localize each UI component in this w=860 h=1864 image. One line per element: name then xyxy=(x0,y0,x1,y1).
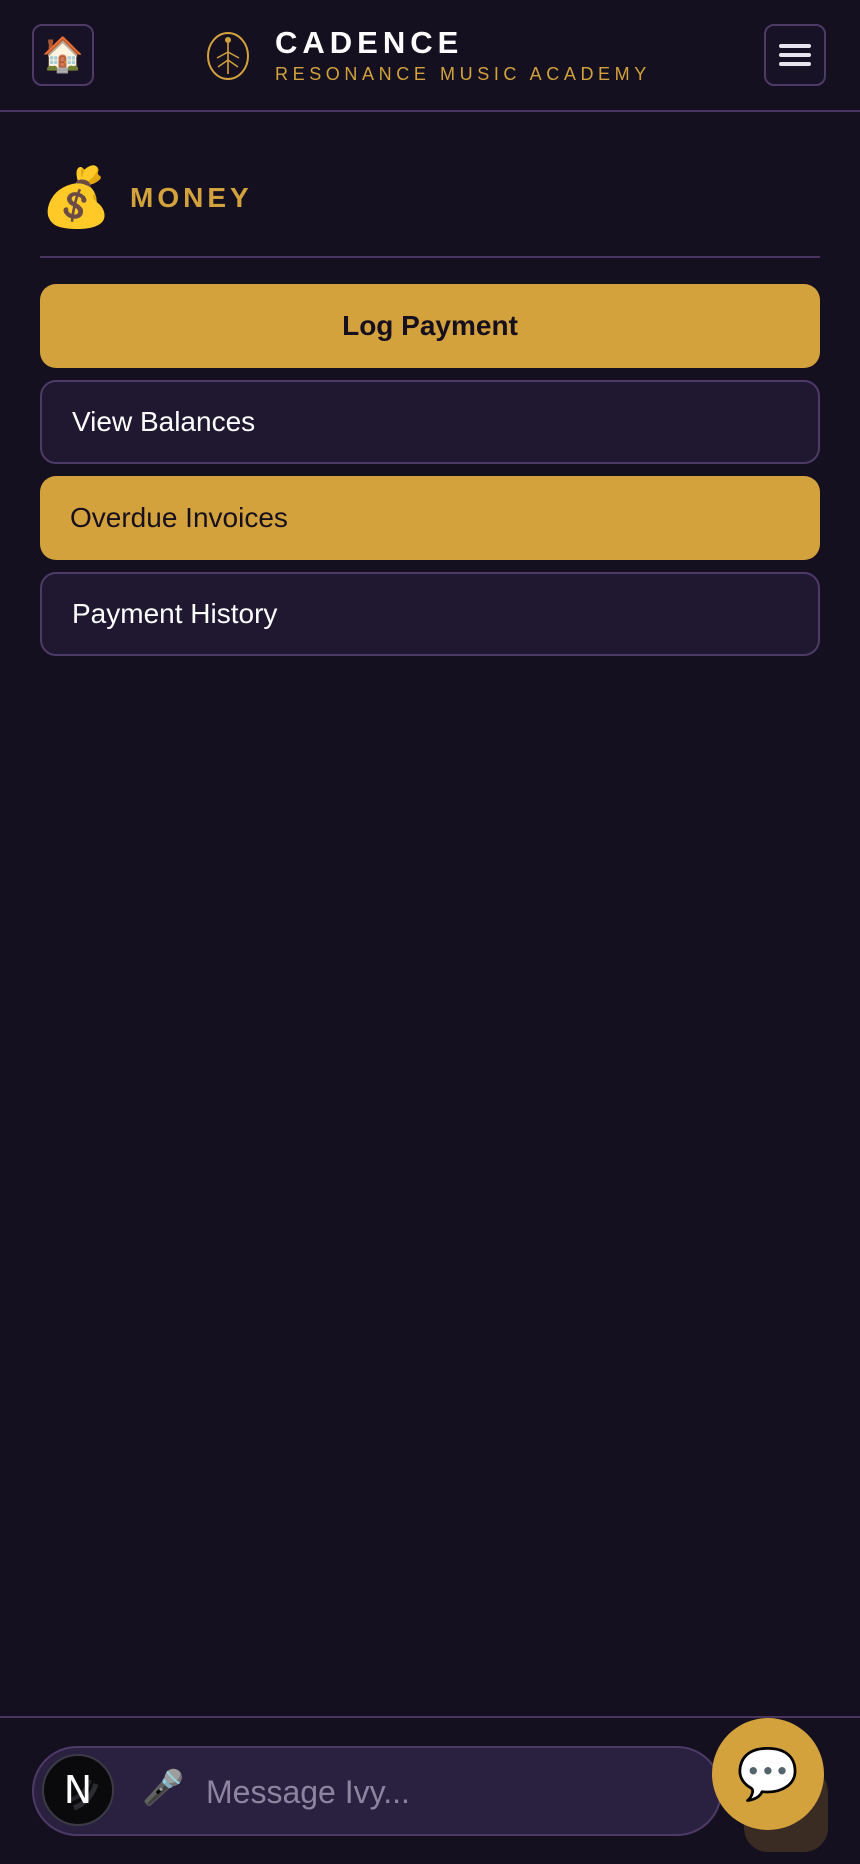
section-header: 💰 MONEY xyxy=(40,160,820,258)
money-bag-icon: 💰 xyxy=(40,163,113,231)
payment-history-button[interactable]: Payment History xyxy=(40,572,820,656)
app-header: 🏠 CADENCE RESONANCE MUSIC ACADEMY xyxy=(0,0,860,112)
home-button[interactable]: 🏠 xyxy=(32,24,94,86)
chat-button[interactable]: 💬 xyxy=(712,1718,824,1830)
brand-name: CADENCE xyxy=(275,25,464,60)
overdue-invoices-button[interactable]: Overdue Invoices xyxy=(40,476,820,560)
view-balances-button[interactable]: View Balances xyxy=(40,380,820,464)
hamburger-icon xyxy=(779,44,811,66)
avatar[interactable]: N xyxy=(42,1754,114,1826)
tree-logo-icon xyxy=(207,32,249,80)
home-icon: 🏠 xyxy=(41,35,85,75)
brand: CADENCE RESONANCE MUSIC ACADEMY xyxy=(205,26,651,86)
menu-button[interactable] xyxy=(764,24,826,86)
message-input[interactable] xyxy=(204,1766,688,1818)
chat-footer: N 🎤 💬 xyxy=(0,1716,860,1864)
section-title: MONEY xyxy=(130,182,253,213)
message-composer: N 🎤 xyxy=(32,1746,722,1836)
speech-bubble-icon: 💬 xyxy=(736,1744,800,1803)
log-payment-button[interactable]: Log Payment xyxy=(40,284,820,368)
avatar-letter: N xyxy=(63,1768,93,1812)
microphone-icon[interactable]: 🎤 xyxy=(142,1768,184,1808)
brand-text: CADENCE RESONANCE MUSIC ACADEMY xyxy=(275,26,651,86)
brand-subtitle: RESONANCE MUSIC ACADEMY xyxy=(275,64,651,84)
